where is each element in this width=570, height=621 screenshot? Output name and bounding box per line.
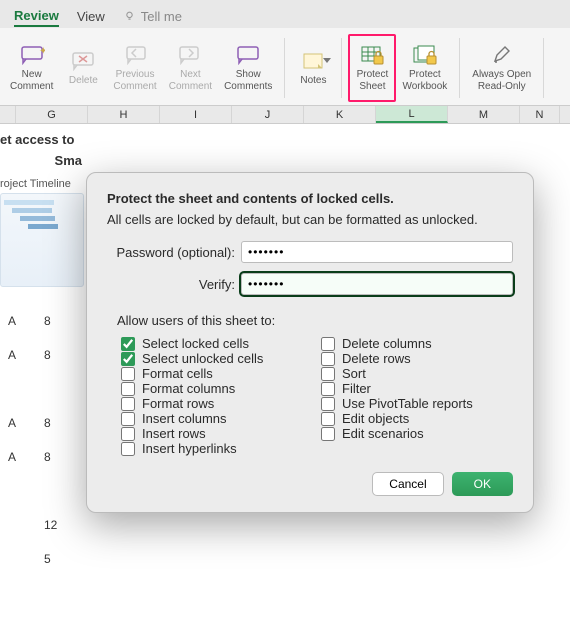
- permission-checkbox[interactable]: [321, 352, 335, 366]
- permission-edit-scenarios[interactable]: Edit scenarios: [321, 426, 513, 441]
- permission-label: Delete columns: [342, 336, 432, 351]
- permission-label: Format cells: [142, 366, 213, 381]
- permission-select-unlocked-cells[interactable]: Select unlocked cells: [121, 351, 313, 366]
- permission-format-rows[interactable]: Format rows: [121, 396, 313, 411]
- permission-checkbox[interactable]: [321, 397, 335, 411]
- permission-label: Format rows: [142, 396, 214, 411]
- permission-checkbox[interactable]: [121, 442, 135, 456]
- permission-insert-columns[interactable]: Insert columns: [121, 411, 313, 426]
- permission-checkbox[interactable]: [321, 382, 335, 396]
- permission-insert-rows[interactable]: Insert rows: [121, 426, 313, 441]
- permission-label: Use PivotTable reports: [342, 396, 473, 411]
- permission-checkbox[interactable]: [321, 367, 335, 381]
- permission-checkbox[interactable]: [121, 352, 135, 366]
- permission-checkbox[interactable]: [121, 367, 135, 381]
- permission-label: Select unlocked cells: [142, 351, 263, 366]
- permission-use-pivottable-reports[interactable]: Use PivotTable reports: [321, 396, 513, 411]
- password-input[interactable]: [241, 241, 513, 263]
- permission-delete-columns[interactable]: Delete columns: [321, 336, 513, 351]
- permission-checkbox[interactable]: [121, 412, 135, 426]
- permission-format-columns[interactable]: Format columns: [121, 381, 313, 396]
- permission-label: Insert rows: [142, 426, 206, 441]
- permission-checkbox[interactable]: [321, 427, 335, 441]
- dialog-title: Protect the sheet and contents of locked…: [107, 191, 513, 206]
- permission-insert-hyperlinks[interactable]: Insert hyperlinks: [121, 441, 313, 456]
- ok-button[interactable]: OK: [452, 472, 513, 496]
- permission-edit-objects[interactable]: Edit objects: [321, 411, 513, 426]
- permission-select-locked-cells[interactable]: Select locked cells: [121, 336, 313, 351]
- permission-checkbox[interactable]: [121, 382, 135, 396]
- permission-label: Delete rows: [342, 351, 411, 366]
- permission-checkbox[interactable]: [321, 412, 335, 426]
- verify-input[interactable]: [241, 273, 513, 295]
- permission-label: Format columns: [142, 381, 235, 396]
- allow-users-label: Allow users of this sheet to:: [117, 313, 513, 328]
- dialog-subtitle: All cells are locked by default, but can…: [107, 212, 513, 227]
- permission-label: Edit objects: [342, 411, 409, 426]
- permissions-grid: Select locked cellsSelect unlocked cells…: [107, 336, 513, 456]
- modal-overlay: Protect the sheet and contents of locked…: [0, 0, 570, 621]
- permission-sort[interactable]: Sort: [321, 366, 513, 381]
- permission-checkbox[interactable]: [321, 337, 335, 351]
- permission-label: Insert hyperlinks: [142, 441, 237, 456]
- verify-label: Verify:: [107, 277, 235, 292]
- permission-label: Insert columns: [142, 411, 227, 426]
- permission-label: Sort: [342, 366, 366, 381]
- password-label: Password (optional):: [107, 245, 235, 260]
- permission-filter[interactable]: Filter: [321, 381, 513, 396]
- permission-checkbox[interactable]: [121, 397, 135, 411]
- permission-label: Filter: [342, 381, 371, 396]
- protect-sheet-dialog: Protect the sheet and contents of locked…: [86, 172, 534, 513]
- permission-label: Edit scenarios: [342, 426, 424, 441]
- permission-delete-rows[interactable]: Delete rows: [321, 351, 513, 366]
- permission-checkbox[interactable]: [121, 427, 135, 441]
- permission-label: Select locked cells: [142, 336, 249, 351]
- permission-format-cells[interactable]: Format cells: [121, 366, 313, 381]
- permission-checkbox[interactable]: [121, 337, 135, 351]
- cancel-button[interactable]: Cancel: [372, 472, 443, 496]
